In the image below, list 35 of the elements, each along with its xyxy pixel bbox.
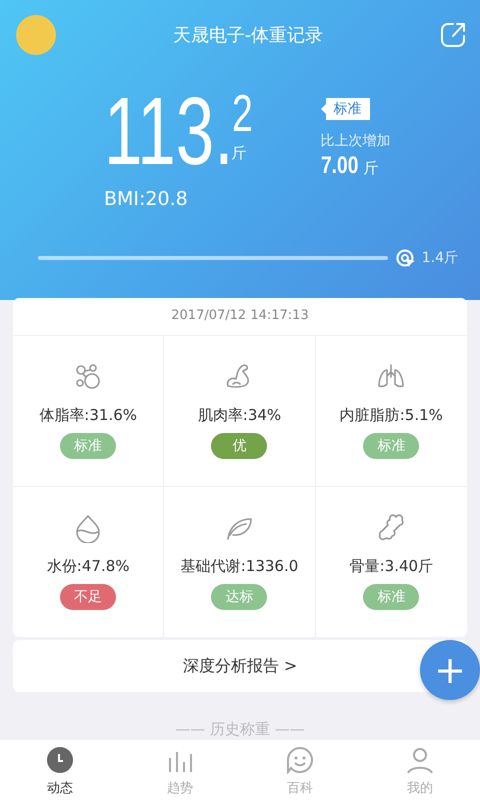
status-badge: 优: [211, 433, 268, 459]
smiley-icon: [286, 746, 314, 774]
share-icon[interactable]: [440, 22, 466, 48]
app-title: 天晟电子-体重记录: [172, 24, 324, 47]
change-label: 比上次增加: [320, 132, 391, 150]
bmi-value: BMI:20.8: [104, 188, 189, 210]
metric-label: 内脏脂肪:5.1%: [340, 406, 443, 425]
target-icon: [396, 248, 416, 268]
measurement-time: 2017/07/12 14:17:13: [170, 307, 310, 325]
status-badge: 达标: [211, 584, 268, 610]
report-link[interactable]: 深度分析报告 >: [182, 656, 298, 676]
nav-tab[interactable]: 动态: [0, 740, 120, 800]
change-value: 7.00: [320, 152, 358, 180]
progress-reading: 1.4斤: [422, 249, 458, 267]
weight-decimal: 2: [232, 88, 253, 140]
nav-tab[interactable]: 我的: [360, 740, 480, 800]
change-unit: 斤: [363, 159, 378, 178]
nav-tab[interactable]: 百科: [240, 740, 360, 800]
person-icon: [406, 746, 434, 774]
status-badge: 标准: [363, 584, 420, 610]
history-heading: —— 历史称重 ——: [174, 720, 306, 739]
weight-value: 113.: [104, 84, 234, 180]
metric-label: 体脂率:31.6%: [39, 406, 138, 425]
clock-icon: [46, 746, 74, 774]
status-badge: 标准: [363, 433, 420, 459]
add-button[interactable]: +: [420, 640, 480, 700]
nav-tab[interactable]: 趋势: [120, 740, 240, 800]
bone-icon: [376, 513, 406, 543]
metric-label: 基础代谢:1336.0: [180, 557, 298, 576]
metric-label: 肌肉率:34%: [198, 406, 282, 425]
weight-unit: 斤: [232, 144, 248, 163]
metric-label: 骨量:3.40斤: [350, 557, 434, 576]
status-badge: 标准: [60, 433, 116, 459]
metric-label: 水份:47.8%: [46, 557, 130, 576]
status-badge: 不足: [60, 584, 116, 610]
